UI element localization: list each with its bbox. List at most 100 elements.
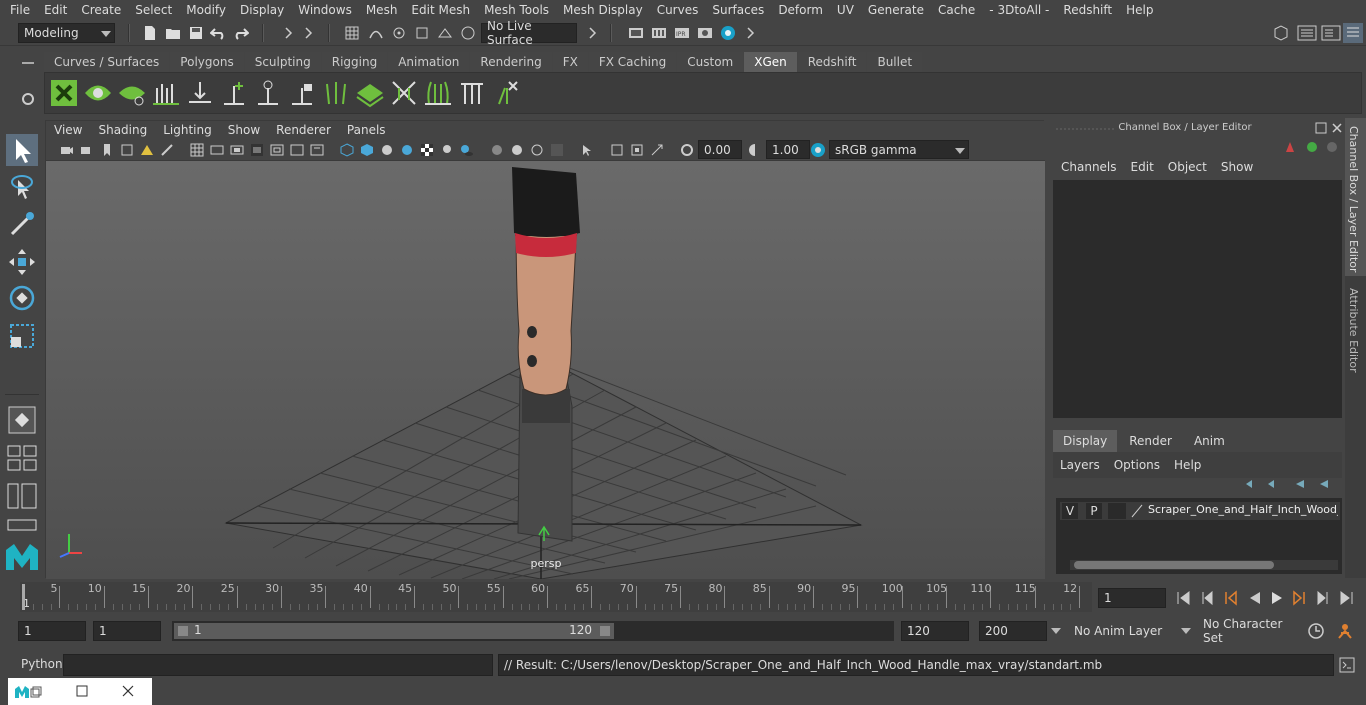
ambient-occlusion-icon[interactable]: [490, 143, 504, 157]
snap-grid-icon[interactable]: [344, 25, 360, 41]
range-start-grip[interactable]: [178, 626, 188, 636]
layer-menu-layers[interactable]: Layers: [1053, 458, 1107, 472]
step-back-frame-icon[interactable]: [1223, 590, 1239, 606]
render-view-icon[interactable]: [697, 25, 713, 41]
new-layer-icon[interactable]: [1294, 478, 1308, 490]
render-frame-icon[interactable]: [651, 25, 667, 41]
animation-start-field[interactable]: 1: [18, 621, 86, 641]
command-input[interactable]: [63, 654, 493, 676]
menu-deform[interactable]: Deform: [771, 3, 830, 17]
last-tool-icon[interactable]: [6, 404, 38, 436]
chevron-down-icon[interactable]: [1050, 627, 1062, 635]
viewport-scene[interactable]: persp: [46, 161, 1045, 579]
xgen-plane-icon[interactable]: [355, 78, 385, 108]
menu-generate[interactable]: Generate: [861, 3, 931, 17]
menu-select[interactable]: Select: [128, 3, 179, 17]
script-language-toggle[interactable]: Python: [21, 657, 63, 671]
shelf-tab-polygons[interactable]: Polygons: [170, 52, 244, 72]
scale-tool-icon[interactable]: [6, 320, 38, 352]
menu-uv[interactable]: UV: [830, 3, 861, 17]
camera-attributes-icon[interactable]: [80, 143, 94, 157]
color-space-dropdown[interactable]: sRGB gamma: [829, 140, 969, 159]
use-all-lights-icon[interactable]: [440, 143, 454, 157]
character-set-dropdown[interactable]: No Character Set: [1197, 617, 1297, 645]
image-plane-icon[interactable]: [120, 143, 134, 157]
layer-tab-anim[interactable]: Anim: [1183, 430, 1235, 452]
default-material-icon[interactable]: [380, 143, 394, 157]
tool-settings-toggle-icon[interactable]: [1321, 25, 1341, 41]
resize-view-icon[interactable]: [650, 143, 664, 157]
paint-select-tool-icon[interactable]: [6, 208, 38, 240]
shelf-tab-redshift[interactable]: Redshift: [797, 52, 867, 72]
layer-list-scrollbar[interactable]: [1070, 560, 1338, 570]
layout-more-icon[interactable]: [6, 518, 38, 532]
menu-edit-mesh[interactable]: Edit Mesh: [404, 3, 477, 17]
script-editor-icon[interactable]: [1339, 657, 1355, 673]
playback-start-field[interactable]: 1: [93, 621, 161, 641]
channel-box-menu-object[interactable]: Object: [1161, 160, 1214, 174]
move-layer-up-icon[interactable]: [1244, 478, 1258, 490]
shelf-tab-sculpting[interactable]: Sculpting: [244, 52, 321, 72]
depth-of-field-icon[interactable]: [550, 143, 564, 157]
layer-menu-help[interactable]: Help: [1167, 458, 1208, 472]
go-to-end-icon[interactable]: [1339, 590, 1355, 606]
range-slider-handle[interactable]: 1 120: [174, 623, 614, 639]
move-layer-down-icon[interactable]: [1266, 478, 1280, 490]
xgen-select-guide-icon[interactable]: [253, 78, 283, 108]
collapse-arrow-icon[interactable]: [584, 25, 600, 41]
wireframe-icon[interactable]: [340, 143, 354, 157]
hypershade-icon[interactable]: [720, 25, 736, 41]
snap-point-icon[interactable]: [391, 25, 407, 41]
menu-redshift[interactable]: Redshift: [1056, 3, 1119, 17]
shelf-tab-rigging[interactable]: Rigging: [321, 52, 388, 72]
shelf-tab-animation[interactable]: Animation: [388, 52, 470, 72]
menu-mesh[interactable]: Mesh: [359, 3, 405, 17]
menu-curves[interactable]: Curves: [650, 3, 706, 17]
menu-mesh-tools[interactable]: Mesh Tools: [477, 3, 556, 17]
2d-pan-zoom-icon[interactable]: [140, 143, 154, 157]
layer-menu-options[interactable]: Options: [1107, 458, 1167, 472]
shelf-tab-fx-caching[interactable]: FX Caching: [588, 52, 677, 72]
xray-joints-icon[interactable]: [610, 143, 624, 157]
grid-toggle-icon[interactable]: [190, 143, 204, 157]
new-scene-icon[interactable]: [142, 25, 158, 41]
snap-view-icon[interactable]: [414, 25, 430, 41]
menu-help[interactable]: Help: [1119, 3, 1160, 17]
shadows-icon[interactable]: [460, 143, 474, 157]
xray-icon[interactable]: [420, 143, 434, 157]
time-slider-ruler[interactable]: 1 5 10 15 20 25 30 35 40 45 50 55 60 65 70 75 80 85 90 95 1…: [20, 582, 1092, 612]
lasso-tool-icon[interactable]: [6, 172, 38, 204]
channel-box-toggle-icon[interactable]: [1343, 23, 1363, 43]
safe-action-icon[interactable]: [290, 143, 304, 157]
layer-tab-render[interactable]: Render: [1119, 430, 1182, 452]
exposure-field[interactable]: 0.00: [698, 140, 742, 159]
xgen-preview-eye-icon[interactable]: [83, 78, 113, 108]
xgen-cut-icon[interactable]: [457, 78, 487, 108]
shelf-settings-gear-icon[interactable]: [21, 92, 35, 106]
motion-blur-icon[interactable]: [510, 143, 524, 157]
shelf-tab-custom[interactable]: Custom: [677, 52, 744, 72]
playback-end-field[interactable]: 120: [901, 621, 969, 641]
menu-file[interactable]: File: [3, 3, 37, 17]
collapse-arrow-icon[interactable]: [300, 25, 316, 41]
scrollbar-thumb[interactable]: [1074, 561, 1274, 569]
xgen-grass-icon[interactable]: [321, 78, 351, 108]
xgen-remove-guide-icon[interactable]: [491, 78, 521, 108]
menu-modify[interactable]: Modify: [179, 3, 233, 17]
snap-curve-icon[interactable]: [368, 25, 384, 41]
step-back-key-icon[interactable]: [1199, 590, 1215, 606]
close-panel-icon[interactable]: [1331, 122, 1343, 134]
xgen-leaf-icon[interactable]: [117, 78, 147, 108]
layer-visibility-toggle[interactable]: V: [1062, 503, 1078, 519]
shelf-tab-curves-surfaces[interactable]: Curves / Surfaces: [44, 52, 170, 72]
current-frame-field[interactable]: 1: [1098, 588, 1166, 608]
chevron-down-icon[interactable]: [1180, 627, 1192, 635]
shelf-tab-fx[interactable]: FX: [552, 52, 588, 72]
layer-name[interactable]: Scraper_One_and_Half_Inch_Wood_H: [1148, 503, 1338, 516]
color-management-icon[interactable]: [810, 142, 826, 158]
play-backwards-icon[interactable]: [1247, 590, 1263, 606]
shelf-menu-icon[interactable]: [21, 58, 35, 68]
menu-surfaces[interactable]: Surfaces: [705, 3, 771, 17]
scraper-model[interactable]: [512, 167, 580, 542]
tab-channel-box-layer-editor[interactable]: Channel Box / Layer Editor: [1345, 118, 1366, 276]
